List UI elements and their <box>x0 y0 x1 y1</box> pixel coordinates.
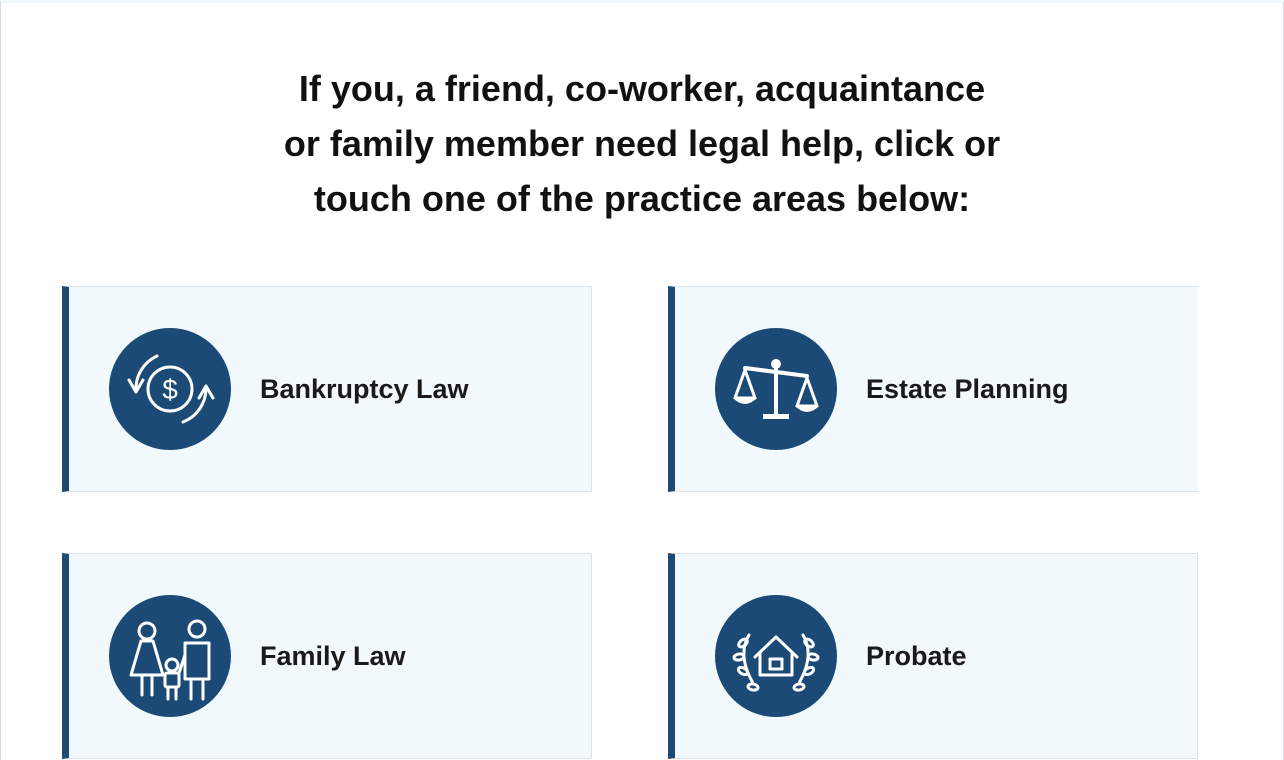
page-headline: If you, a friend, co-worker, acquaintanc… <box>1 61 1283 226</box>
scales-of-justice-icon <box>715 328 837 450</box>
practice-card-probate[interactable]: Probate <box>668 553 1198 759</box>
headline-line-3: touch one of the practice areas below: <box>313 178 971 219</box>
house-laurel-icon <box>715 595 837 717</box>
family-icon <box>109 595 231 717</box>
practice-card-estate-planning[interactable]: Estate Planning <box>668 286 1198 492</box>
practice-areas-page: If you, a friend, co-worker, acquaintanc… <box>0 0 1284 760</box>
headline-line-2: or family member need legal help, click … <box>283 123 1001 164</box>
headline-line-1: If you, a friend, co-worker, acquaintanc… <box>298 68 986 109</box>
practice-card-family-law[interactable]: Family Law <box>62 553 592 759</box>
practice-card-label: Estate Planning <box>866 373 1069 404</box>
svg-text:$: $ <box>162 374 178 405</box>
practice-card-label: Family Law <box>260 640 406 671</box>
dollar-cycle-icon: $ <box>109 328 231 450</box>
practice-card-label: Probate <box>866 640 967 671</box>
practice-card-label: Bankruptcy Law <box>260 373 469 404</box>
practice-card-bankruptcy-law[interactable]: $ Bankruptcy Law <box>62 286 592 492</box>
